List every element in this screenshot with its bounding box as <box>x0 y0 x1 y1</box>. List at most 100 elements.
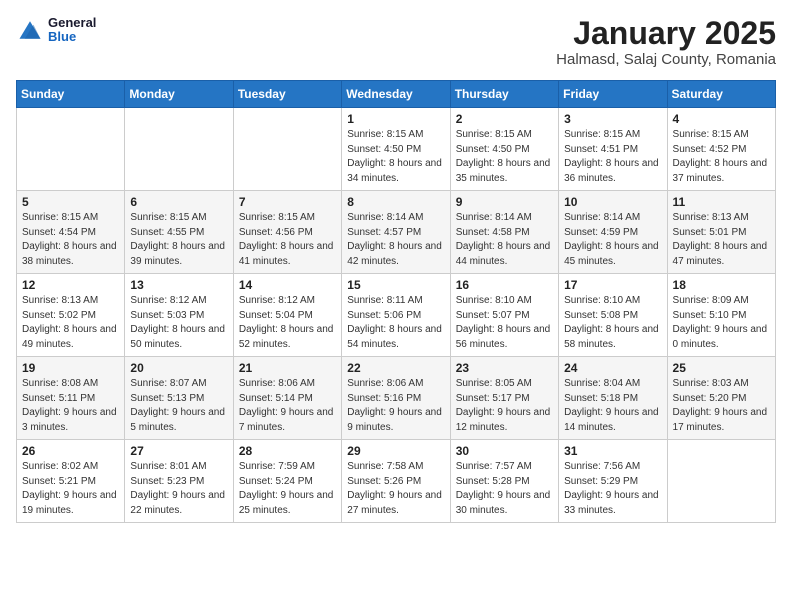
day-info: Sunrise: 8:09 AM Sunset: 5:10 PM Dayligh… <box>673 294 770 352</box>
day-number: 16 <box>456 278 553 292</box>
calendar-day-cell: 18 Sunrise: 8:09 AM Sunset: 5:10 PM Dayli… <box>667 274 775 357</box>
empty-cell <box>125 108 233 191</box>
day-number: 28 <box>239 444 336 458</box>
day-number: 12 <box>22 278 119 292</box>
day-info: Sunrise: 8:13 AM Sunset: 5:01 PM Dayligh… <box>673 211 770 269</box>
day-number: 6 <box>130 195 227 209</box>
weekday-header-thursday: Thursday <box>450 81 558 108</box>
logo-text: General Blue <box>48 16 96 45</box>
day-info: Sunrise: 8:15 AM Sunset: 4:50 PM Dayligh… <box>347 128 444 186</box>
calendar-day-cell: 7 Sunrise: 8:15 AM Sunset: 4:56 PM Daylig… <box>233 191 341 274</box>
weekday-header-friday: Friday <box>559 81 667 108</box>
day-number: 3 <box>564 112 661 126</box>
day-info: Sunrise: 8:15 AM Sunset: 4:51 PM Dayligh… <box>564 128 661 186</box>
calendar-day-cell: 27Sunrise: 8:01 AM Sunset: 5:23 PM Dayli… <box>125 440 233 523</box>
day-info: Sunrise: 7:56 AM Sunset: 5:29 PM Dayligh… <box>564 460 661 518</box>
day-info: Sunrise: 8:15 AM Sunset: 4:56 PM Dayligh… <box>239 211 336 269</box>
calendar-day-cell: 10 Sunrise: 8:14 AM Sunset: 4:59 PM Dayli… <box>559 191 667 274</box>
day-info: Sunrise: 8:07 AM Sunset: 5:13 PM Dayligh… <box>130 377 227 435</box>
page-header: General Blue January 2025 Halmasd, Salaj… <box>16 16 776 68</box>
calendar-week-row: 26Sunrise: 8:02 AM Sunset: 5:21 PM Dayli… <box>17 440 776 523</box>
day-number: 7 <box>239 195 336 209</box>
day-info: Sunrise: 8:14 AM Sunset: 4:59 PM Dayligh… <box>564 211 661 269</box>
day-info: Sunrise: 8:01 AM Sunset: 5:23 PM Dayligh… <box>130 460 227 518</box>
day-number: 1 <box>347 112 444 126</box>
calendar-day-cell: 4Sunrise: 8:15 AM Sunset: 4:52 PM Daylig… <box>667 108 775 191</box>
logo: General Blue <box>16 16 96 45</box>
day-number: 17 <box>564 278 661 292</box>
empty-cell <box>17 108 125 191</box>
day-info: Sunrise: 8:11 AM Sunset: 5:06 PM Dayligh… <box>347 294 444 352</box>
calendar-day-cell: 11 Sunrise: 8:13 AM Sunset: 5:01 PM Dayli… <box>667 191 775 274</box>
day-number: 11 <box>673 195 770 209</box>
calendar-day-cell: 25 Sunrise: 8:03 AM Sunset: 5:20 PM Dayli… <box>667 357 775 440</box>
day-info: Sunrise: 8:02 AM Sunset: 5:21 PM Dayligh… <box>22 460 119 518</box>
day-number: 14 <box>239 278 336 292</box>
day-info: Sunrise: 8:10 AM Sunset: 5:08 PM Dayligh… <box>564 294 661 352</box>
calendar-day-cell: 24 Sunrise: 8:04 AM Sunset: 5:18 PM Dayli… <box>559 357 667 440</box>
day-info: Sunrise: 8:05 AM Sunset: 5:17 PM Dayligh… <box>456 377 553 435</box>
weekday-header-sunday: Sunday <box>17 81 125 108</box>
weekday-header-row: SundayMondayTuesdayWednesdayThursdayFrid… <box>17 81 776 108</box>
calendar-day-cell: 23 Sunrise: 8:05 AM Sunset: 5:17 PM Dayli… <box>450 357 558 440</box>
day-number: 20 <box>130 361 227 375</box>
calendar-day-cell: 26Sunrise: 8:02 AM Sunset: 5:21 PM Dayli… <box>17 440 125 523</box>
calendar-day-cell: 17 Sunrise: 8:10 AM Sunset: 5:08 PM Dayli… <box>559 274 667 357</box>
day-info: Sunrise: 7:59 AM Sunset: 5:24 PM Dayligh… <box>239 460 336 518</box>
title-block: January 2025 Halmasd, Salaj County, Roma… <box>556 16 776 68</box>
calendar-day-cell: 6 Sunrise: 8:15 AM Sunset: 4:55 PM Daylig… <box>125 191 233 274</box>
day-number: 31 <box>564 444 661 458</box>
calendar-day-cell: 12 Sunrise: 8:13 AM Sunset: 5:02 PM Dayli… <box>17 274 125 357</box>
weekday-header-saturday: Saturday <box>667 81 775 108</box>
day-info: Sunrise: 8:14 AM Sunset: 4:57 PM Dayligh… <box>347 211 444 269</box>
day-info: Sunrise: 8:10 AM Sunset: 5:07 PM Dayligh… <box>456 294 553 352</box>
calendar-day-cell: 2Sunrise: 8:15 AM Sunset: 4:50 PM Daylig… <box>450 108 558 191</box>
day-info: Sunrise: 8:14 AM Sunset: 4:58 PM Dayligh… <box>456 211 553 269</box>
day-number: 5 <box>22 195 119 209</box>
day-number: 22 <box>347 361 444 375</box>
day-number: 10 <box>564 195 661 209</box>
day-info: Sunrise: 7:57 AM Sunset: 5:28 PM Dayligh… <box>456 460 553 518</box>
calendar-day-cell: 8Sunrise: 8:14 AM Sunset: 4:57 PM Daylig… <box>342 191 450 274</box>
day-number: 13 <box>130 278 227 292</box>
calendar-day-cell: 31 Sunrise: 7:56 AM Sunset: 5:29 PM Dayli… <box>559 440 667 523</box>
day-number: 15 <box>347 278 444 292</box>
calendar-day-cell: 3 Sunrise: 8:15 AM Sunset: 4:51 PM Daylig… <box>559 108 667 191</box>
logo-icon <box>16 16 44 44</box>
day-number: 2 <box>456 112 553 126</box>
day-info: Sunrise: 8:13 AM Sunset: 5:02 PM Dayligh… <box>22 294 119 352</box>
day-info: Sunrise: 8:12 AM Sunset: 5:03 PM Dayligh… <box>130 294 227 352</box>
empty-cell <box>233 108 341 191</box>
calendar-day-cell: 13 Sunrise: 8:12 AM Sunset: 5:03 PM Dayli… <box>125 274 233 357</box>
day-info: Sunrise: 8:03 AM Sunset: 5:20 PM Dayligh… <box>673 377 770 435</box>
day-info: Sunrise: 7:58 AM Sunset: 5:26 PM Dayligh… <box>347 460 444 518</box>
calendar-day-cell: 16 Sunrise: 8:10 AM Sunset: 5:07 PM Dayli… <box>450 274 558 357</box>
calendar-day-cell: 28 Sunrise: 7:59 AM Sunset: 5:24 PM Dayli… <box>233 440 341 523</box>
day-info: Sunrise: 8:06 AM Sunset: 5:16 PM Dayligh… <box>347 377 444 435</box>
day-number: 19 <box>22 361 119 375</box>
day-number: 21 <box>239 361 336 375</box>
calendar-day-cell: 29Sunrise: 7:58 AM Sunset: 5:26 PM Dayli… <box>342 440 450 523</box>
day-number: 25 <box>673 361 770 375</box>
day-info: Sunrise: 8:15 AM Sunset: 4:55 PM Dayligh… <box>130 211 227 269</box>
day-number: 18 <box>673 278 770 292</box>
calendar-day-cell: 5 Sunrise: 8:15 AM Sunset: 4:54 PM Daylig… <box>17 191 125 274</box>
calendar-day-cell: 20 Sunrise: 8:07 AM Sunset: 5:13 PM Dayli… <box>125 357 233 440</box>
calendar-day-cell: 1 Sunrise: 8:15 AM Sunset: 4:50 PM Daylig… <box>342 108 450 191</box>
calendar-day-cell: 9Sunrise: 8:14 AM Sunset: 4:58 PM Daylig… <box>450 191 558 274</box>
calendar-week-row: 5 Sunrise: 8:15 AM Sunset: 4:54 PM Daylig… <box>17 191 776 274</box>
calendar-table: SundayMondayTuesdayWednesdayThursdayFrid… <box>16 80 776 523</box>
day-info: Sunrise: 8:04 AM Sunset: 5:18 PM Dayligh… <box>564 377 661 435</box>
day-number: 24 <box>564 361 661 375</box>
day-info: Sunrise: 8:15 AM Sunset: 4:54 PM Dayligh… <box>22 211 119 269</box>
day-number: 30 <box>456 444 553 458</box>
calendar-week-row: 19Sunrise: 8:08 AM Sunset: 5:11 PM Dayli… <box>17 357 776 440</box>
day-info: Sunrise: 8:12 AM Sunset: 5:04 PM Dayligh… <box>239 294 336 352</box>
weekday-header-tuesday: Tuesday <box>233 81 341 108</box>
logo-general-text: General <box>48 16 96 30</box>
day-info: Sunrise: 8:06 AM Sunset: 5:14 PM Dayligh… <box>239 377 336 435</box>
month-title: January 2025 <box>556 16 776 51</box>
logo-blue-text: Blue <box>48 30 96 44</box>
day-number: 23 <box>456 361 553 375</box>
day-info: Sunrise: 8:15 AM Sunset: 4:52 PM Dayligh… <box>673 128 770 186</box>
